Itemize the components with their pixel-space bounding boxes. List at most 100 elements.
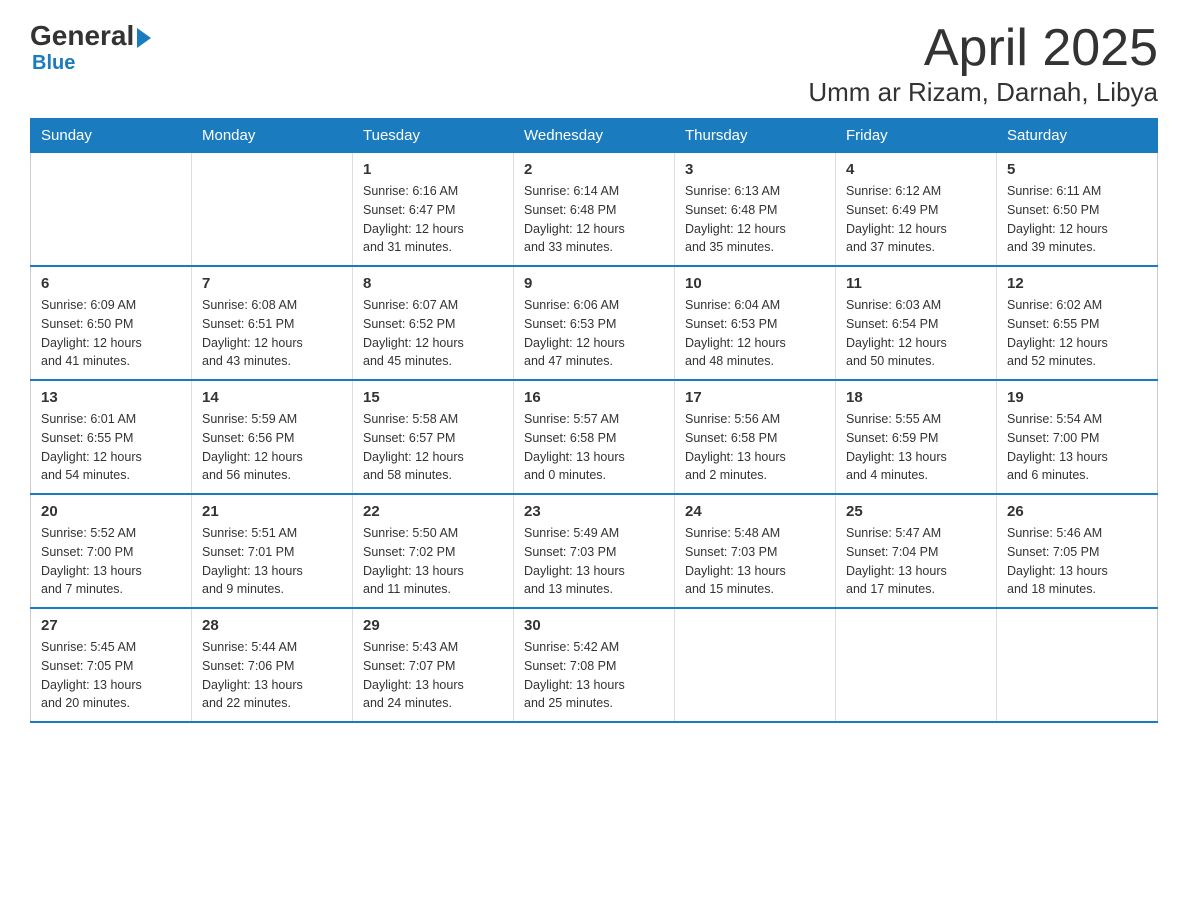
calendar-header-tuesday: Tuesday — [353, 119, 514, 153]
calendar-cell: 15Sunrise: 5:58 AM Sunset: 6:57 PM Dayli… — [353, 380, 514, 494]
day-number: 25 — [846, 503, 986, 520]
day-info: Sunrise: 6:09 AM Sunset: 6:50 PM Dayligh… — [41, 296, 181, 371]
calendar-cell: 7 Sunrise: 6:08 AM Sunset: 6:51 PM Daylig… — [192, 266, 353, 380]
day-info: Sunrise: 5:50 AM Sunset: 7:02 PM Dayligh… — [363, 524, 503, 599]
calendar-cell: 27 Sunrise: 5:45 AM Sunset: 7:05 PM Dayli… — [31, 608, 192, 722]
calendar-cell: 16 Sunrise: 5:57 AM Sunset: 6:58 PM Dayli… — [514, 380, 675, 494]
day-info: Sunrise: 6:16 AM Sunset: 6:47 PM Dayligh… — [363, 182, 503, 257]
day-number: 29 — [363, 617, 503, 634]
calendar-cell: 8 Sunrise: 6:07 AM Sunset: 6:52 PM Daylig… — [353, 266, 514, 380]
day-info: Sunrise: 6:06 AM Sunset: 6:53 PM Dayligh… — [524, 296, 664, 371]
day-info: Sunrise: 6:02 AM Sunset: 6:55 PM Dayligh… — [1007, 296, 1147, 371]
calendar-cell — [31, 153, 192, 267]
calendar-cell: 9Sunrise: 6:06 AM Sunset: 6:53 PM Daylig… — [514, 266, 675, 380]
logo: General Blue — [30, 20, 151, 75]
day-number: 17 — [685, 389, 825, 406]
day-info: Sunrise: 5:44 AM Sunset: 7:06 PM Dayligh… — [202, 638, 342, 713]
day-info: Sunrise: 6:04 AM Sunset: 6:53 PM Dayligh… — [685, 296, 825, 371]
calendar-cell: 6 Sunrise: 6:09 AM Sunset: 6:50 PM Daylig… — [31, 266, 192, 380]
calendar-cell: 10 Sunrise: 6:04 AM Sunset: 6:53 PM Dayli… — [675, 266, 836, 380]
day-info: Sunrise: 5:56 AM Sunset: 6:58 PM Dayligh… — [685, 410, 825, 485]
calendar-cell: 11 Sunrise: 6:03 AM Sunset: 6:54 PM Dayli… — [836, 266, 997, 380]
day-info: Sunrise: 5:58 AM Sunset: 6:57 PM Dayligh… — [363, 410, 503, 485]
day-number: 24 — [685, 503, 825, 520]
day-info: Sunrise: 5:43 AM Sunset: 7:07 PM Dayligh… — [363, 638, 503, 713]
day-number: 6 — [41, 275, 181, 292]
day-number: 3 — [685, 161, 825, 178]
day-info: Sunrise: 5:51 AM Sunset: 7:01 PM Dayligh… — [202, 524, 342, 599]
day-info: Sunrise: 5:45 AM Sunset: 7:05 PM Dayligh… — [41, 638, 181, 713]
day-number: 27 — [41, 617, 181, 634]
calendar-cell — [997, 608, 1158, 722]
day-info: Sunrise: 5:54 AM Sunset: 7:00 PM Dayligh… — [1007, 410, 1147, 485]
calendar-cell: 21 Sunrise: 5:51 AM Sunset: 7:01 PM Dayli… — [192, 494, 353, 608]
day-info: Sunrise: 6:13 AM Sunset: 6:48 PM Dayligh… — [685, 182, 825, 257]
logo-general-text: General — [30, 20, 134, 52]
day-number: 11 — [846, 275, 986, 292]
day-info: Sunrise: 5:42 AM Sunset: 7:08 PM Dayligh… — [524, 638, 664, 713]
day-info: Sunrise: 5:59 AM Sunset: 6:56 PM Dayligh… — [202, 410, 342, 485]
day-info: Sunrise: 6:03 AM Sunset: 6:54 PM Dayligh… — [846, 296, 986, 371]
day-number: 5 — [1007, 161, 1147, 178]
day-number: 10 — [685, 275, 825, 292]
day-info: Sunrise: 6:12 AM Sunset: 6:49 PM Dayligh… — [846, 182, 986, 257]
calendar-cell: 24 Sunrise: 5:48 AM Sunset: 7:03 PM Dayli… — [675, 494, 836, 608]
day-number: 30 — [524, 617, 664, 634]
calendar-cell: 22 Sunrise: 5:50 AM Sunset: 7:02 PM Dayli… — [353, 494, 514, 608]
calendar-header-wednesday: Wednesday — [514, 119, 675, 153]
day-number: 16 — [524, 389, 664, 406]
day-number: 19 — [1007, 389, 1147, 406]
day-number: 20 — [41, 503, 181, 520]
page-header: General Blue April 2025 Umm ar Rizam, Da… — [30, 20, 1158, 108]
page-subtitle: Umm ar Rizam, Darnah, Libya — [808, 77, 1158, 108]
day-number: 21 — [202, 503, 342, 520]
day-number: 23 — [524, 503, 664, 520]
calendar-cell: 29 Sunrise: 5:43 AM Sunset: 7:07 PM Dayli… — [353, 608, 514, 722]
calendar-week-row: 27 Sunrise: 5:45 AM Sunset: 7:05 PM Dayli… — [31, 608, 1158, 722]
calendar-cell: 5 Sunrise: 6:11 AM Sunset: 6:50 PM Daylig… — [997, 153, 1158, 267]
day-info: Sunrise: 5:49 AM Sunset: 7:03 PM Dayligh… — [524, 524, 664, 599]
day-number: 2 — [524, 161, 664, 178]
logo-triangle-icon — [137, 28, 151, 48]
day-number: 8 — [363, 275, 503, 292]
calendar-cell: 13 Sunrise: 6:01 AM Sunset: 6:55 PM Dayli… — [31, 380, 192, 494]
day-info: Sunrise: 6:11 AM Sunset: 6:50 PM Dayligh… — [1007, 182, 1147, 257]
day-info: Sunrise: 5:52 AM Sunset: 7:00 PM Dayligh… — [41, 524, 181, 599]
logo-blue-text: Blue — [32, 52, 75, 75]
day-number: 4 — [846, 161, 986, 178]
day-number: 12 — [1007, 275, 1147, 292]
title-block: April 2025 Umm ar Rizam, Darnah, Libya — [808, 20, 1158, 108]
calendar-header-saturday: Saturday — [997, 119, 1158, 153]
page-title: April 2025 — [808, 20, 1158, 77]
day-number: 13 — [41, 389, 181, 406]
calendar-header-monday: Monday — [192, 119, 353, 153]
calendar-cell: 12 Sunrise: 6:02 AM Sunset: 6:55 PM Dayli… — [997, 266, 1158, 380]
calendar-week-row: 20 Sunrise: 5:52 AM Sunset: 7:00 PM Dayli… — [31, 494, 1158, 608]
calendar-cell: 26Sunrise: 5:46 AM Sunset: 7:05 PM Dayli… — [997, 494, 1158, 608]
calendar-cell: 23 Sunrise: 5:49 AM Sunset: 7:03 PM Dayli… — [514, 494, 675, 608]
day-info: Sunrise: 6:07 AM Sunset: 6:52 PM Dayligh… — [363, 296, 503, 371]
calendar-cell: 2Sunrise: 6:14 AM Sunset: 6:48 PM Daylig… — [514, 153, 675, 267]
calendar-header-friday: Friday — [836, 119, 997, 153]
calendar-cell: 3 Sunrise: 6:13 AM Sunset: 6:48 PM Daylig… — [675, 153, 836, 267]
day-info: Sunrise: 6:08 AM Sunset: 6:51 PM Dayligh… — [202, 296, 342, 371]
day-number: 1 — [363, 161, 503, 178]
day-number: 22 — [363, 503, 503, 520]
calendar-cell: 18Sunrise: 5:55 AM Sunset: 6:59 PM Dayli… — [836, 380, 997, 494]
calendar-cell: 25 Sunrise: 5:47 AM Sunset: 7:04 PM Dayli… — [836, 494, 997, 608]
calendar-header-sunday: Sunday — [31, 119, 192, 153]
calendar-cell: 1 Sunrise: 6:16 AM Sunset: 6:47 PM Daylig… — [353, 153, 514, 267]
day-number: 14 — [202, 389, 342, 406]
calendar-cell: 4 Sunrise: 6:12 AM Sunset: 6:49 PM Daylig… — [836, 153, 997, 267]
day-info: Sunrise: 5:46 AM Sunset: 7:05 PM Dayligh… — [1007, 524, 1147, 599]
day-info: Sunrise: 5:57 AM Sunset: 6:58 PM Dayligh… — [524, 410, 664, 485]
calendar-cell — [192, 153, 353, 267]
calendar-cell: 28 Sunrise: 5:44 AM Sunset: 7:06 PM Dayli… — [192, 608, 353, 722]
day-info: Sunrise: 6:01 AM Sunset: 6:55 PM Dayligh… — [41, 410, 181, 485]
day-info: Sunrise: 5:48 AM Sunset: 7:03 PM Dayligh… — [685, 524, 825, 599]
day-info: Sunrise: 5:47 AM Sunset: 7:04 PM Dayligh… — [846, 524, 986, 599]
calendar-header-row: SundayMondayTuesdayWednesdayThursdayFrid… — [31, 119, 1158, 153]
day-info: Sunrise: 5:55 AM Sunset: 6:59 PM Dayligh… — [846, 410, 986, 485]
day-number: 28 — [202, 617, 342, 634]
day-number: 7 — [202, 275, 342, 292]
